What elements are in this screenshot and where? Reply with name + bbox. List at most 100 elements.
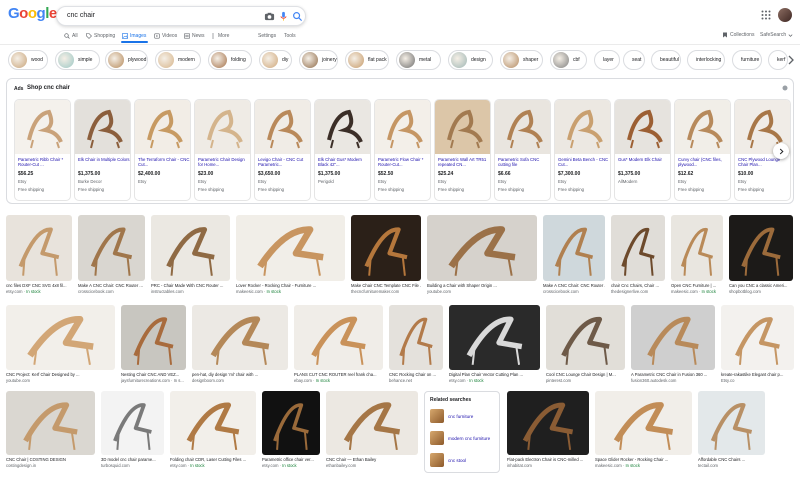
image-thumbnail[interactable]	[729, 215, 793, 281]
chip-joinery[interactable]: joinery	[299, 50, 338, 70]
image-result[interactable]: Building a Chair with Shaper Origin ... y…	[427, 215, 537, 295]
camera-icon[interactable]	[264, 11, 275, 22]
image-thumbnail[interactable]	[151, 215, 230, 281]
image-title[interactable]: PRC - Chair Made With CNC Router ...	[151, 283, 230, 288]
image-title[interactable]: Lover Rocker - Rocking Chair - Furniture…	[236, 283, 345, 288]
image-thumbnail[interactable]	[6, 305, 115, 370]
image-result[interactable]: Digital Plan Chair Vector Cutting Plan .…	[449, 305, 540, 384]
ad-title[interactable]: Curvy chair (CNC files, plywood...	[678, 157, 730, 167]
google-logo[interactable]: Google	[8, 6, 57, 22]
ad-card[interactable]: Parametric Ribb Chair * Router-Cut ... $5…	[14, 99, 71, 201]
image-title[interactable]: Make A CNC Chair: CNC Router ...	[78, 283, 145, 288]
image-title[interactable]: Make Chair CNC Template CNC File ...	[351, 283, 421, 288]
chip-plywood[interactable]: plywood	[105, 50, 148, 70]
ad-card[interactable]: Curvy chair (CNC files, plywood... $12.62…	[674, 99, 731, 201]
chip-diy[interactable]: diy	[259, 50, 292, 70]
image-result[interactable]: Cool CNC Lounge Chair Design | M... pinte…	[546, 305, 625, 384]
product-image[interactable]	[315, 100, 371, 154]
image-result[interactable]: Can you CNC a classic Ameri... shopbotblo…	[729, 215, 793, 295]
product-image[interactable]	[135, 100, 191, 154]
tools-link[interactable]: Tools	[284, 30, 296, 42]
image-result[interactable]: Nesting Chair CNC AND VEZ... jaysfurnitur…	[121, 305, 186, 384]
image-title[interactable]: pen-hat, diy design 'ml' chair with ...	[192, 372, 288, 377]
chip-modern[interactable]: modern	[155, 50, 201, 70]
ad-title[interactable]: Gemini Beta Bench - CNC Cut...	[558, 157, 610, 167]
image-result[interactable]: Lover Rocker - Rocking Chair - Furniture…	[236, 215, 345, 295]
image-result[interactable]: pen-hat, diy design 'ml' chair with ... d…	[192, 305, 288, 384]
ad-title[interactable]: Gus* Modern Elk Chair	[618, 157, 670, 162]
image-result[interactable]: kreate-rakastike Elegant chair p... Etsy.…	[721, 305, 794, 384]
chip-interlocking[interactable]: interlocking	[687, 50, 725, 70]
chip-flat-pack[interactable]: flat pack	[345, 50, 389, 70]
search-input[interactable]: cnc chair	[67, 12, 95, 19]
image-thumbnail[interactable]	[631, 305, 715, 370]
image-title[interactable]: CNC Chair | COSTING DESIGN	[6, 457, 95, 462]
ad-card[interactable]: Levigo Chair - CNC Cut Parametric... $3,6…	[254, 99, 311, 201]
image-result[interactable]: Make A CNC Chair: CNC Router ... crosscic…	[78, 215, 145, 295]
ad-title[interactable]: Parametric Wall Art TR51 repeated CN...	[438, 157, 490, 167]
image-title[interactable]: CNC Chair — Ethan Bailey	[326, 457, 418, 462]
image-result[interactable]: PLANS CUT CNC ROUTER reel frank cha... eb…	[294, 305, 383, 384]
image-title[interactable]: Affordable CNC Chairs ...	[698, 457, 765, 462]
ad-title[interactable]: Parametric Flow Chair * Router-Cut...	[378, 157, 430, 167]
image-title[interactable]: Nesting Chair CNC AND VEZ...	[121, 372, 186, 377]
image-thumbnail[interactable]	[427, 215, 537, 281]
image-title[interactable]: kreate-rakastike Elegant chair p...	[721, 372, 794, 377]
chip-cbf[interactable]: cbf	[550, 50, 587, 70]
ad-card[interactable]: Gus* Modern Elk Chair $1,375.00 AllModern	[614, 99, 671, 201]
image-thumbnail[interactable]	[294, 305, 383, 370]
image-thumbnail[interactable]	[351, 215, 421, 281]
image-result[interactable]: PRC - Chair Made With CNC Router ... inst…	[151, 215, 230, 295]
image-title[interactable]: PLANS CUT CNC ROUTER reel frank cha...	[294, 372, 383, 377]
product-image[interactable]	[195, 100, 251, 154]
image-thumbnail[interactable]	[595, 391, 692, 455]
image-result[interactable]: Make A CNC Chair: CNC Router ... crosscic…	[543, 215, 605, 295]
chip-seat[interactable]: seat	[623, 50, 645, 70]
search-box[interactable]: cnc chair	[56, 6, 306, 26]
image-thumbnail[interactable]	[326, 391, 418, 455]
related-item[interactable]: modern cnc furniture	[430, 431, 490, 445]
tab-news[interactable]: News	[184, 30, 205, 42]
product-image[interactable]	[495, 100, 551, 154]
image-thumbnail[interactable]	[507, 391, 589, 455]
microphone-icon[interactable]	[278, 11, 289, 22]
image-thumbnail[interactable]	[101, 391, 164, 455]
image-thumbnail[interactable]	[546, 305, 625, 370]
image-result[interactable]: CNC Chair — Ethan Bailey ethanbailey.com	[326, 391, 418, 469]
tab-more[interactable]: More	[210, 30, 229, 42]
image-thumbnail[interactable]	[449, 305, 540, 370]
chevron-right-icon[interactable]	[787, 55, 795, 65]
related-item[interactable]: cnc stool	[430, 453, 466, 467]
image-thumbnail[interactable]	[78, 215, 145, 281]
image-result[interactable]: Folding chair CDR, Laser Cutting Files .…	[170, 391, 256, 469]
image-result[interactable]: CNC Project: Kerf Chair Designed by ... y…	[6, 305, 115, 384]
chip-layer[interactable]: layer	[594, 50, 620, 70]
image-title[interactable]: 3D model cnc chair parame...	[101, 457, 164, 462]
image-thumbnail[interactable]	[236, 215, 345, 281]
image-title[interactable]: Space Glider Rocker - Rocking Chair ...	[595, 457, 692, 462]
image-title[interactable]: CNC Project: Kerf Chair Designed by ...	[6, 372, 115, 377]
related-item[interactable]: cnc furniture	[430, 409, 473, 423]
image-thumbnail[interactable]	[6, 215, 72, 281]
product-image[interactable]	[675, 100, 731, 154]
chip-simple[interactable]: simple	[55, 50, 100, 70]
account-avatar[interactable]	[778, 8, 792, 22]
chip-folding[interactable]: folding	[208, 50, 252, 70]
product-image[interactable]	[15, 100, 71, 154]
image-title[interactable]: A Parametric CNC Chair in Fusion 360 ...	[631, 372, 715, 377]
image-title[interactable]: Open CNC Furniture | ...	[671, 283, 723, 288]
product-image[interactable]	[615, 100, 671, 154]
ad-card[interactable]: Parametric Sofa CNC cutting file $6.66 Ets…	[494, 99, 551, 201]
image-thumbnail[interactable]	[262, 391, 320, 455]
image-result[interactable]: cnc files DXF CNC SVG 4x8 fil... etsy.com…	[6, 215, 72, 295]
settings-link[interactable]: Settings	[258, 30, 276, 42]
image-result[interactable]: Space Glider Rocker - Rocking Chair ... m…	[595, 391, 692, 469]
image-result[interactable]: CNC Chair | COSTING DESIGN costingdesign.…	[6, 391, 95, 469]
ad-title[interactable]: Levigo Chair - CNC Cut Parametric...	[258, 157, 310, 167]
chip-shaper[interactable]: shaper	[500, 50, 543, 70]
image-result[interactable]: Affordable CNC Chairs ... tectail.com	[698, 391, 765, 469]
image-thumbnail[interactable]	[389, 305, 443, 370]
product-image[interactable]	[555, 100, 611, 154]
image-result[interactable]: Open CNC Furniture | ... makeesic.com · I…	[671, 215, 723, 295]
ad-card[interactable]: Gemini Beta Bench - CNC Cut... $7,300.00 E…	[554, 99, 611, 201]
